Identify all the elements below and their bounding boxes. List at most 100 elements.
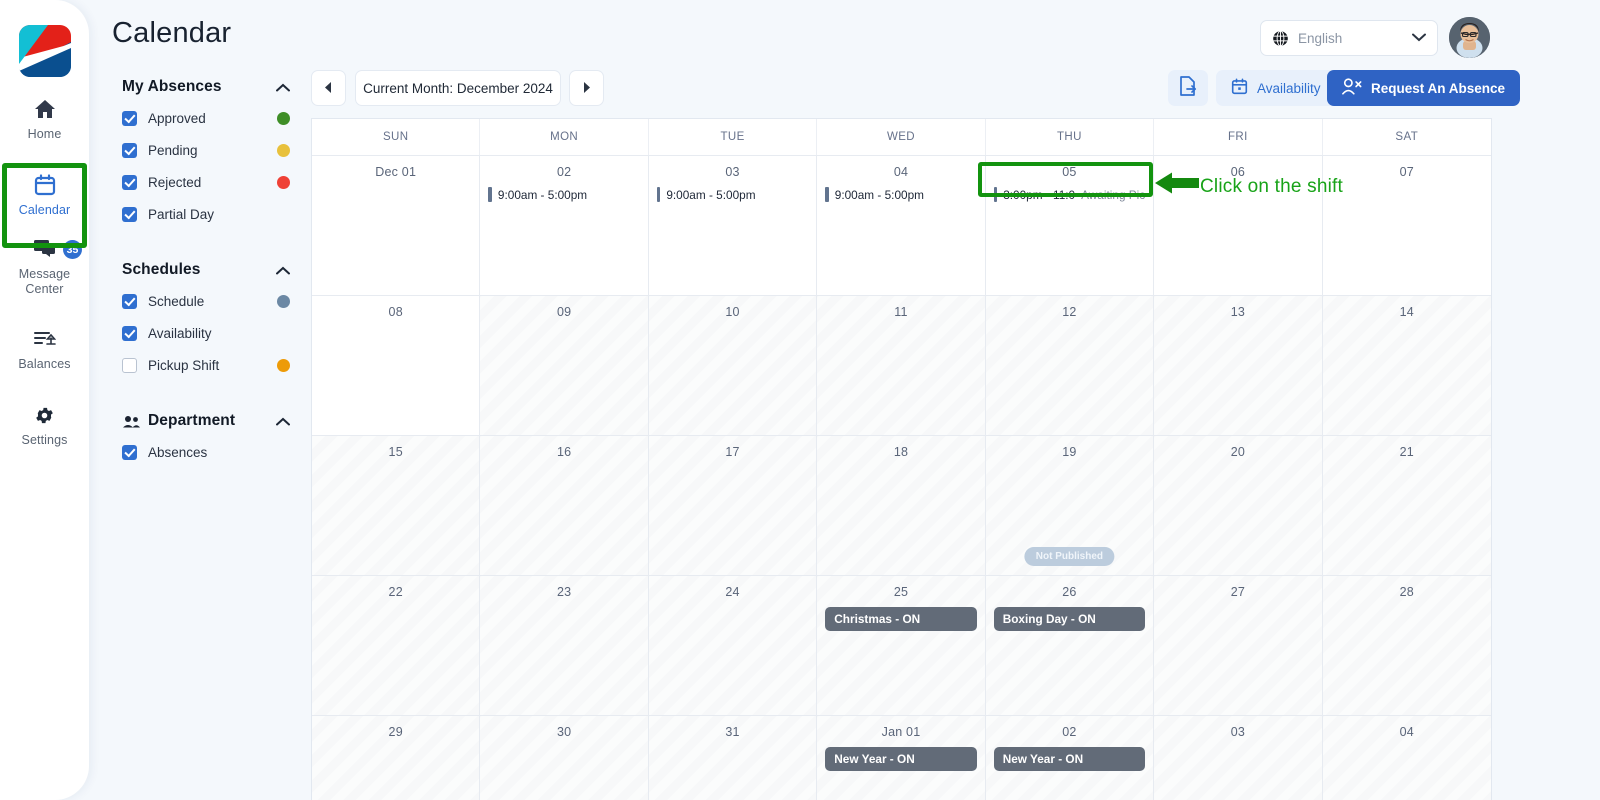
filter-row-pickup-shift[interactable]: Pickup Shift <box>122 358 290 373</box>
sidebar-item-home[interactable]: Home <box>0 96 89 142</box>
calendar-day-headers: SUN MON TUE WED THU FRI SAT <box>312 119 1491 155</box>
filter-row-schedule[interactable]: Schedule <box>122 294 290 309</box>
checkbox-pickup-shift[interactable] <box>122 358 137 373</box>
calendar-cell[interactable]: 30 <box>480 715 649 800</box>
calendar-cell[interactable]: Jan 01 New Year - ON <box>817 715 986 800</box>
calendar-day-number: 05 <box>1062 165 1077 179</box>
calendar-cell[interactable]: 15 <box>312 435 481 575</box>
calendar-day-number: 09 <box>556 305 572 319</box>
export-button[interactable] <box>1168 70 1208 106</box>
caret-left-icon <box>325 81 332 95</box>
calendar-cell[interactable]: 03 <box>1154 715 1323 800</box>
calendar-cell[interactable]: Dec 01 <box>312 155 481 295</box>
filter-section-department-header[interactable]: Department <box>122 412 290 430</box>
calendar-cell[interactable]: 12 <box>985 295 1155 435</box>
calendar-cell[interactable]: 04 9:00am - 5:00pm <box>817 155 986 295</box>
calendar-cell[interactable]: 19 Not Published <box>985 435 1155 575</box>
sidebar-item-balances[interactable]: Balances <box>0 326 89 372</box>
calendar-day-number: 31 <box>725 725 740 739</box>
filter-row-approved[interactable]: Approved <box>122 111 290 126</box>
prev-month-button[interactable] <box>311 70 346 106</box>
calendar-cell[interactable]: 13 <box>1154 295 1323 435</box>
calendar-day-number: 29 <box>388 725 403 739</box>
shift-event[interactable]: 9:00am - 5:00pm <box>488 187 639 202</box>
checkbox-absences[interactable] <box>122 445 137 460</box>
balances-icon <box>33 326 56 352</box>
shift-event[interactable]: 9:00am - 5:00pm <box>825 187 976 202</box>
calendar-cell[interactable]: 24 <box>648 575 818 715</box>
checkbox-schedule[interactable] <box>122 294 137 309</box>
calendar-cells: Dec 01 02 9:00am - 5:00pm 03 9:00am - 5:00pm… <box>312 155 1491 800</box>
calendar-day-number: Dec 01 <box>375 165 417 179</box>
checkbox-partial-day[interactable] <box>122 207 137 222</box>
message-count-badge: 35 <box>63 240 82 259</box>
shift-time: 9:00am - 5:00pm <box>497 187 588 202</box>
avatar[interactable] <box>1449 17 1490 58</box>
calendar-cell[interactable]: 18 <box>817 435 986 575</box>
checkbox-rejected[interactable] <box>122 175 137 190</box>
calendar-cell[interactable]: 27 <box>1154 575 1323 715</box>
left-nav-rail: Home Calendar Message Center 35 Balances… <box>0 0 89 800</box>
calendar-cell[interactable]: 20 <box>1154 435 1323 575</box>
calendar-cell[interactable]: 08 <box>312 295 481 435</box>
calendar-cell[interactable]: 10 <box>648 295 818 435</box>
calendar-cell[interactable]: 28 <box>1322 575 1491 715</box>
sidebar-item-label: Calendar <box>18 203 71 217</box>
calendar-cell[interactable]: 26 Boxing Day - ON <box>985 575 1155 715</box>
shift-event[interactable]: 3:00pm - 11:0 Awaiting Pickup <box>993 187 1146 202</box>
calendar-cell[interactable]: 02 9:00am - 5:00pm <box>480 155 649 295</box>
filter-section-my-absences-header[interactable]: My Absences <box>122 78 290 96</box>
calendar-cell[interactable]: 16 <box>480 435 649 575</box>
current-month-label[interactable]: Current Month: December 2024 <box>355 70 561 106</box>
chevron-up-icon[interactable] <box>276 81 290 94</box>
calendar-cell[interactable]: 11 <box>817 295 986 435</box>
filter-row-absences[interactable]: Absences <box>122 445 290 460</box>
request-absence-label: Request An Absence <box>1371 80 1506 96</box>
checkbox-approved[interactable] <box>122 111 137 126</box>
calendar-cell[interactable]: 05 3:00pm - 11:0 Awaiting Pickup <box>985 155 1155 295</box>
holiday-event[interactable]: Boxing Day - ON <box>993 607 1146 631</box>
company-logo[interactable] <box>18 24 72 78</box>
calendar-cell[interactable]: 04 <box>1322 715 1491 800</box>
shift-status: Awaiting Pickup <box>1081 187 1146 202</box>
filter-row-partial-day[interactable]: Partial Day <box>122 207 290 222</box>
globe-icon <box>1272 30 1289 47</box>
language-selector[interactable]: English <box>1260 20 1438 56</box>
holiday-event[interactable]: New Year - ON <box>993 747 1146 771</box>
calendar-cell[interactable]: 23 <box>480 575 649 715</box>
request-absence-button[interactable]: Request An Absence <box>1327 70 1521 106</box>
calendar-cell[interactable]: 09 <box>480 295 649 435</box>
shift-event[interactable]: 9:00am - 5:00pm <box>656 187 808 202</box>
calendar-cell[interactable]: 22 <box>312 575 481 715</box>
holiday-event[interactable]: Christmas - ON <box>825 607 977 631</box>
calendar-cell[interactable]: 21 <box>1322 435 1491 575</box>
availability-button[interactable]: Availability <box>1216 70 1336 106</box>
filter-section-schedules-header[interactable]: Schedules <box>122 261 290 279</box>
calendar-cell[interactable]: 17 <box>648 435 818 575</box>
calendar-cell[interactable]: 29 <box>312 715 481 800</box>
calendar-day-number: 12 <box>1062 305 1077 319</box>
calendar-cell[interactable]: 07 <box>1322 155 1491 295</box>
sidebar-item-calendar[interactable]: Calendar <box>0 172 89 218</box>
chevron-up-icon[interactable] <box>276 415 290 428</box>
next-month-button[interactable] <box>569 70 604 106</box>
checkbox-pending[interactable] <box>122 143 137 158</box>
calendar-day-number: 07 <box>1399 165 1414 179</box>
calendar-cell[interactable]: 31 <box>648 715 818 800</box>
holiday-event[interactable]: New Year - ON <box>825 747 977 771</box>
chevron-up-icon[interactable] <box>276 264 290 277</box>
calendar-cell[interactable]: 02 New Year - ON <box>985 715 1155 800</box>
calendar-toolbar: Current Month: December 2024 Availabilit… <box>311 70 1521 108</box>
calendar-cell[interactable]: 14 <box>1322 295 1491 435</box>
filter-row-availability[interactable]: Availability <box>122 326 290 341</box>
calendar-cell[interactable]: 03 9:00am - 5:00pm <box>648 155 818 295</box>
calendar-cell[interactable]: 25 Christmas - ON <box>817 575 986 715</box>
filter-row-pending[interactable]: Pending <box>122 143 290 158</box>
left-arrow-icon <box>1155 172 1199 199</box>
filter-row-rejected[interactable]: Rejected <box>122 175 290 190</box>
legend-dot-schedule <box>277 295 290 308</box>
checkbox-availability[interactable] <box>122 326 137 341</box>
shift-color-bar <box>993 187 998 202</box>
sidebar-item-settings[interactable]: Settings <box>0 402 89 448</box>
calendar-day-number: 18 <box>893 445 909 459</box>
